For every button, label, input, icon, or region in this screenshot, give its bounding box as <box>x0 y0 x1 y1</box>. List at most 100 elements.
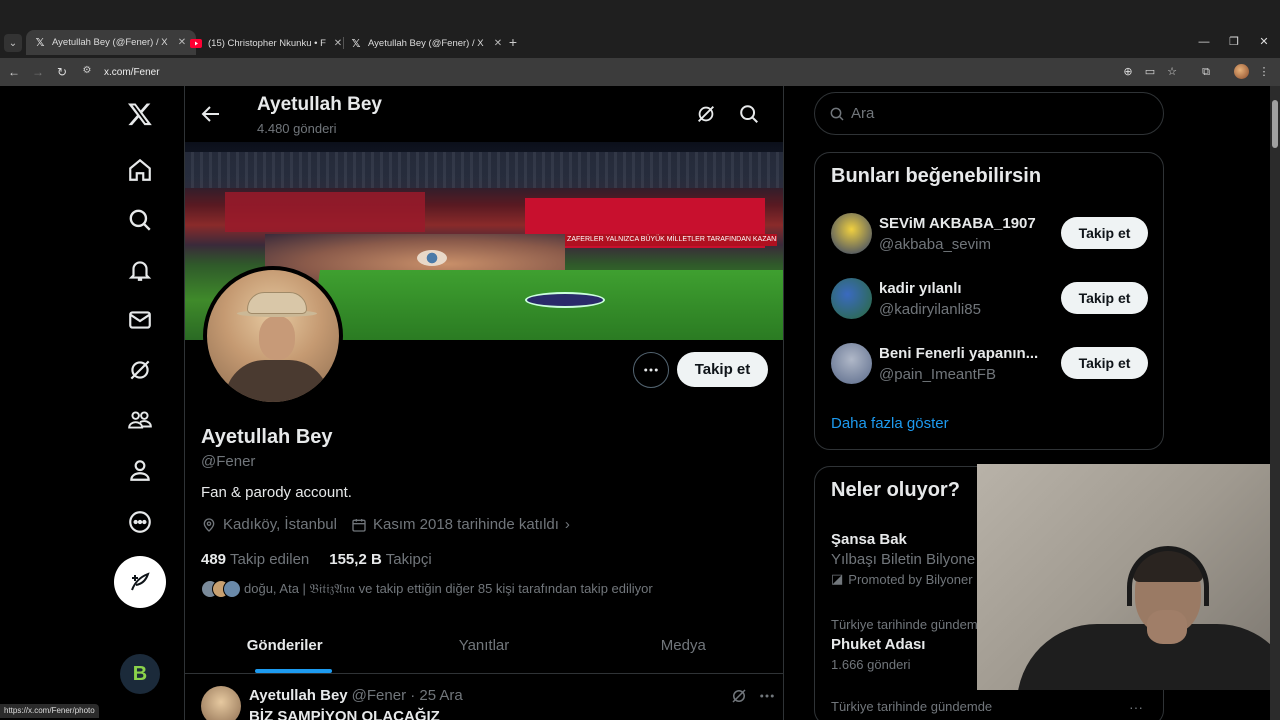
tab-label: Gönderiler <box>246 637 323 654</box>
reload-icon[interactable]: ↻ <box>54 64 70 80</box>
profile-location: Kadıköy, İstanbul <box>201 516 337 533</box>
left-navigation: B <box>110 86 170 720</box>
window-close-icon[interactable]: ✕ <box>1256 34 1272 50</box>
restore-icon[interactable]: ❐ <box>1226 34 1242 50</box>
more-dots-icon[interactable] <box>757 686 777 706</box>
x-logo-icon[interactable] <box>118 92 162 136</box>
followed-by[interactable]: doğu, Ata | 𝔅𝔦𝔱𝔦𝔷𝔄𝔫𝔞 ve takip ettiğin di… <box>201 580 653 598</box>
more-options-icon[interactable] <box>118 500 162 544</box>
location-text: Kadıköy, İstanbul <box>223 516 337 533</box>
tweet[interactable]: Ayetullah Bey @Fener · 25 Ara BİZ ŞAMPİY… <box>185 674 783 720</box>
suggestion-item[interactable]: Beni Fenerli yapanın... @pain_ImeantFB T… <box>831 339 1149 389</box>
suggestion-name: SEViM AKBABA_1907 <box>879 215 1036 232</box>
tweet-actions <box>721 686 777 706</box>
zoom-icon[interactable]: ⊕ <box>1120 64 1136 80</box>
new-tab-plus-icon[interactable]: + <box>506 35 520 49</box>
profile-avatar[interactable] <box>203 266 343 406</box>
profile-more-button[interactable] <box>633 352 669 388</box>
browser-tab-1[interactable]: 𝕏 Ayetullah Bey (@Fener) / X ✕ <box>26 30 196 55</box>
avatar[interactable] <box>831 278 872 319</box>
tweet-author-name[interactable]: Ayetullah Bey <box>249 687 348 704</box>
messages-envelope-icon[interactable] <box>118 298 162 342</box>
scrollbar-thumb[interactable] <box>1272 100 1278 148</box>
follow-button[interactable]: Takip et <box>677 352 768 387</box>
avatar <box>223 580 241 598</box>
follow-button[interactable]: Takip et <box>1061 217 1148 249</box>
following-label[interactable]: Takip edilen <box>230 551 309 568</box>
browser-profile-avatar[interactable] <box>1234 64 1249 79</box>
grok-icon[interactable] <box>729 686 749 706</box>
calendar-icon <box>352 518 366 532</box>
avatar-face <box>259 316 295 360</box>
profile-icon[interactable] <box>118 448 162 492</box>
follow-button[interactable]: Takip et <box>1061 347 1148 379</box>
communities-icon[interactable] <box>118 398 162 442</box>
more-dots-icon[interactable]: ··· <box>1129 699 1143 715</box>
suggestion-name: Beni Fenerli yapanın... <box>879 345 1039 362</box>
header-profile-name: Ayetullah Bey <box>257 94 382 115</box>
show-more-link[interactable]: Daha fazla göster <box>831 415 949 432</box>
youtube-icon <box>190 37 202 49</box>
suggestion-handle: @pain_ImeantFB <box>879 366 996 383</box>
close-icon[interactable]: ✕ <box>492 38 504 49</box>
profile-meta: Kadıköy, İstanbul Kasım 2018 tarihinde k… <box>201 516 584 533</box>
follower-avatars <box>201 580 241 598</box>
tab-title: Ayetullah Bey (@Fener) / X <box>368 37 484 49</box>
profile-main-column: Ayetullah Bey 4.480 gönderi BÜYÜK ZAFERL… <box>184 86 784 720</box>
status-bar-url: https://x.com/Fener/photo <box>0 704 99 718</box>
close-icon[interactable]: ✕ <box>176 37 188 48</box>
browser-tab-2[interactable]: (15) Christopher Nkunku • Fen ✕ <box>190 33 344 53</box>
card-title: Neler oluyor? <box>831 479 960 501</box>
tab-replies[interactable]: Yanıtlar <box>384 618 583 673</box>
tab-title: Ayetullah Bey (@Fener) / X <box>52 37 168 48</box>
post-button[interactable] <box>114 556 166 608</box>
home-icon[interactable] <box>118 148 162 192</box>
tweet-meta: @Fener · 25 Ara <box>351 687 463 704</box>
grok-icon[interactable] <box>695 103 717 125</box>
grok-icon[interactable] <box>118 348 162 392</box>
search-icon[interactable] <box>738 103 760 125</box>
webcam-person-body <box>1017 624 1270 690</box>
browser-menu-icon[interactable]: ⋮ <box>1256 64 1272 80</box>
browser-tab-3[interactable]: 𝕏 Ayetullah Bey (@Fener) / X ✕ <box>350 33 504 53</box>
suggestion-item[interactable]: kadir yılanlı @kadiryilanli85 Takip et <box>831 274 1149 324</box>
account-avatar[interactable]: B <box>120 654 160 694</box>
avatar-coat <box>225 360 329 402</box>
tab-posts[interactable]: Gönderiler <box>185 618 384 673</box>
tab-media[interactable]: Medya <box>584 618 783 673</box>
suggestion-item[interactable]: SEViM AKBABA_1907 @akbaba_sevim Takip et <box>831 209 1149 259</box>
location-pin-icon <box>203 517 215 532</box>
url-text: x.com/Fener <box>104 66 160 78</box>
tweet-text: BİZ ŞAMPİYON OLACAĞIZ <box>249 708 440 720</box>
search-input[interactable] <box>851 105 1151 122</box>
trend-item[interactable]: Türkiye tarihinde gündemde <box>831 699 1149 714</box>
followers-count[interactable]: 155,2 B <box>329 551 382 568</box>
followed-by-text: doğu, Ata | 𝔅𝔦𝔱𝔦𝔷𝔄𝔫𝔞 ve takip ettiğin di… <box>244 581 653 596</box>
tab-search-chevron-icon[interactable]: ⌄ <box>4 34 22 52</box>
banner-stands <box>185 152 783 188</box>
back-icon[interactable]: ← <box>6 64 22 80</box>
cast-icon[interactable]: ▭ <box>1142 64 1158 80</box>
url-field[interactable]: ⚙ x.com/Fener <box>80 62 1180 82</box>
avatar[interactable] <box>831 343 872 384</box>
extensions-icon[interactable]: ⧉ <box>1198 64 1214 80</box>
page-scrollbar[interactable] <box>1270 86 1280 720</box>
tab-title: (15) Christopher Nkunku • Fen <box>208 37 326 49</box>
joined-text: Kasım 2018 tarihinde katıldı <box>372 516 559 533</box>
follow-button[interactable]: Takip et <box>1061 282 1148 314</box>
following-count[interactable]: 489 <box>201 551 226 568</box>
site-info-icon[interactable]: ⚙ <box>80 65 94 79</box>
avatar[interactable] <box>831 213 872 254</box>
search-box[interactable] <box>814 92 1164 135</box>
minimize-icon[interactable]: — <box>1196 34 1212 50</box>
webcam-person-hand <box>1147 610 1187 644</box>
notifications-bell-icon[interactable] <box>118 248 162 292</box>
search-icon[interactable] <box>118 198 162 242</box>
profile-joined-date[interactable]: Kasım 2018 tarihinde katıldı › <box>351 516 570 533</box>
back-arrow-icon[interactable] <box>199 102 223 126</box>
suggestion-name: kadir yılanlı <box>879 280 962 297</box>
tweet-avatar[interactable] <box>201 686 241 720</box>
forward-icon[interactable]: → <box>30 64 46 80</box>
bookmark-star-icon[interactable]: ☆ <box>1164 64 1180 80</box>
followers-label[interactable]: Takipçi <box>386 551 432 568</box>
